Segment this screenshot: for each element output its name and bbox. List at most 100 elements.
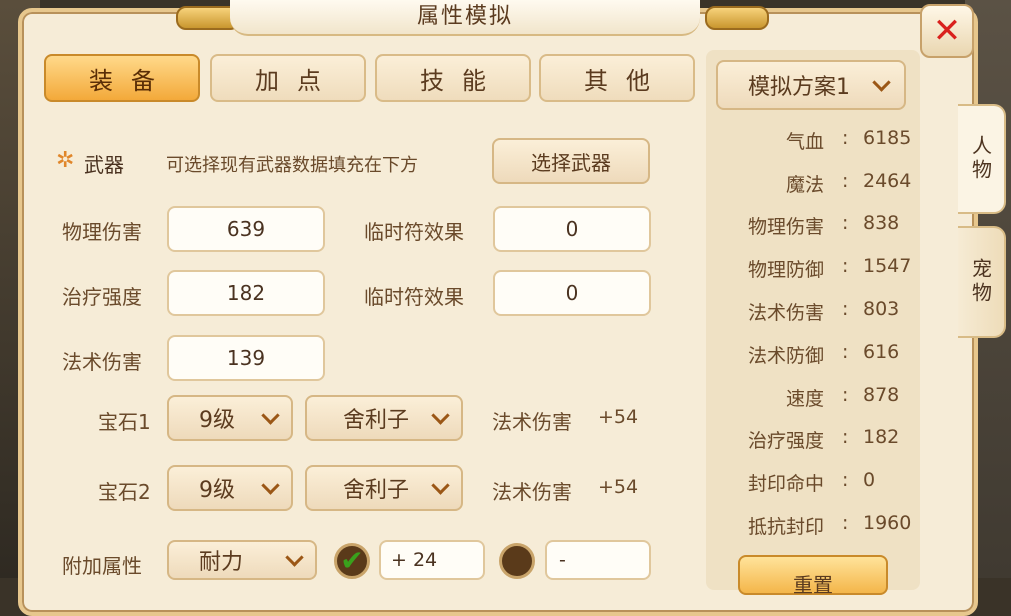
select-value: 舍利子 [343, 408, 410, 433]
title-ornament-right [705, 6, 769, 30]
stat-name: 治疗强度 [747, 430, 824, 452]
extra-attr-label: 附加属性 [62, 554, 142, 578]
healing-input[interactable]: 182 [167, 270, 325, 316]
side-tab-label: 宠物 [968, 258, 993, 306]
stat-colon: : [842, 170, 849, 192]
tab-label: 其他 [584, 66, 668, 95]
extra-attr-checkbox-1[interactable]: ✔ [334, 543, 370, 579]
stat-value: 803 [863, 298, 900, 320]
side-tab-pet[interactable]: 宠物 [958, 226, 1006, 338]
weapon-hint: 可选择现有武器数据填充在下方 [166, 155, 418, 176]
stat-value: 6185 [863, 127, 912, 149]
select-value: 耐力 [199, 550, 244, 575]
reset-label: 重置 [793, 573, 833, 597]
select-weapon-button[interactable]: 选择武器 [492, 138, 650, 184]
stat-value: 838 [863, 212, 900, 234]
gem2-effect: 法术伤害 [492, 480, 572, 504]
stat-name: 气血 [785, 131, 824, 153]
gem-label-1: 宝石1 [98, 410, 151, 434]
tab-skills[interactable]: 技能 [375, 54, 531, 102]
field-value: 182 [226, 281, 266, 305]
stat-value: 2464 [863, 170, 912, 192]
stat-name: 魔法 [785, 174, 824, 196]
field-value: - [559, 549, 566, 571]
select-value: 9级 [199, 478, 235, 503]
stat-colon: : [842, 426, 849, 448]
extra-attr-value-input-2[interactable]: - [545, 540, 651, 580]
field-value: 0 [565, 281, 579, 305]
chevron-down-icon [285, 547, 304, 567]
field-value: 139 [226, 346, 266, 370]
stat-value: 878 [863, 384, 900, 406]
tab-points[interactable]: 加点 [210, 54, 366, 102]
chevron-down-icon [431, 405, 450, 425]
stat-value: 0 [863, 469, 876, 491]
extra-attr-value-input-1[interactable]: + 24 [379, 540, 485, 580]
tab-other[interactable]: 其他 [539, 54, 695, 102]
reset-button[interactable]: 重置 [738, 555, 888, 597]
magic-damage-input[interactable]: 139 [167, 335, 325, 381]
stat-name: 抵抗封印 [747, 516, 824, 538]
stat-row: 速度 : 878 [720, 384, 920, 414]
stat-row: 治疗强度 : 182 [720, 426, 920, 456]
tab-label: 加点 [255, 66, 339, 95]
stat-row: 封印命中 : 0 [720, 469, 920, 499]
stat-colon: : [842, 298, 849, 320]
stat-row: 物理伤害 : 838 [720, 212, 920, 242]
select-value: 9级 [199, 408, 235, 433]
stat-value: 616 [863, 341, 900, 363]
stat-colon: : [842, 255, 849, 277]
side-tab-character[interactable]: 人物 [958, 104, 1006, 214]
extra-attr-select[interactable]: 耐力 [167, 540, 317, 580]
temp-effect-label-2: 临时符效果 [364, 285, 464, 309]
field-value: 0 [565, 217, 579, 241]
field-value: 639 [226, 217, 266, 241]
select-value: 模拟方案1 [748, 75, 850, 100]
stat-row: 抵抗封印 : 1960 [720, 512, 920, 542]
select-weapon-label: 选择武器 [531, 150, 611, 175]
temp-effect-input-1[interactable]: 0 [493, 206, 651, 252]
chevron-down-icon [261, 475, 280, 495]
attr-label-healing: 治疗强度 [62, 285, 142, 309]
gem1-effect: 法术伤害 [492, 410, 572, 434]
stat-row: 物理防御 : 1547 [720, 255, 920, 285]
scheme-select[interactable]: 模拟方案1 [716, 60, 906, 110]
tab-equipment[interactable]: 装备 [44, 54, 200, 102]
stat-value: 1960 [863, 512, 912, 534]
gem1-type-select[interactable]: 舍利子 [305, 395, 463, 441]
close-button[interactable]: ✕ [920, 4, 974, 58]
side-tab-label: 人物 [968, 135, 993, 183]
stat-colon: : [842, 341, 849, 363]
gem1-level-select[interactable]: 9级 [167, 395, 293, 441]
stat-row: 法术伤害 : 803 [720, 298, 920, 328]
gem-label-2: 宝石2 [98, 480, 151, 504]
chevron-down-icon [261, 405, 280, 425]
stat-value: 1547 [863, 255, 912, 277]
weapon-label: 武器 [84, 153, 124, 177]
required-star-icon: ✲ [56, 148, 75, 173]
extra-attr-checkbox-2[interactable] [499, 543, 535, 579]
stat-colon: : [842, 127, 849, 149]
stat-colon: : [842, 384, 849, 406]
stat-value: 182 [863, 426, 900, 448]
tab-label: 技能 [420, 66, 504, 95]
physical-damage-input[interactable]: 639 [167, 206, 325, 252]
stat-name: 速度 [785, 388, 824, 410]
temp-effect-input-2[interactable]: 0 [493, 270, 651, 316]
select-value: 舍利子 [343, 478, 410, 503]
stat-name: 物理伤害 [747, 216, 824, 238]
gem1-bonus: +54 [598, 406, 639, 428]
close-icon: ✕ [932, 11, 962, 51]
gem2-level-select[interactable]: 9级 [167, 465, 293, 511]
stat-name: 法术防御 [747, 345, 824, 367]
chevron-down-icon [872, 72, 891, 92]
stat-name: 物理防御 [747, 259, 824, 281]
gem2-type-select[interactable]: 舍利子 [305, 465, 463, 511]
attr-label-physical-damage: 物理伤害 [62, 220, 142, 244]
tab-label: 装备 [89, 66, 173, 95]
stat-colon: : [842, 469, 849, 491]
stat-colon: : [842, 212, 849, 234]
field-value: + 24 [391, 549, 438, 571]
chevron-down-icon [431, 475, 450, 495]
window-title: 属性模拟 [416, 4, 513, 29]
